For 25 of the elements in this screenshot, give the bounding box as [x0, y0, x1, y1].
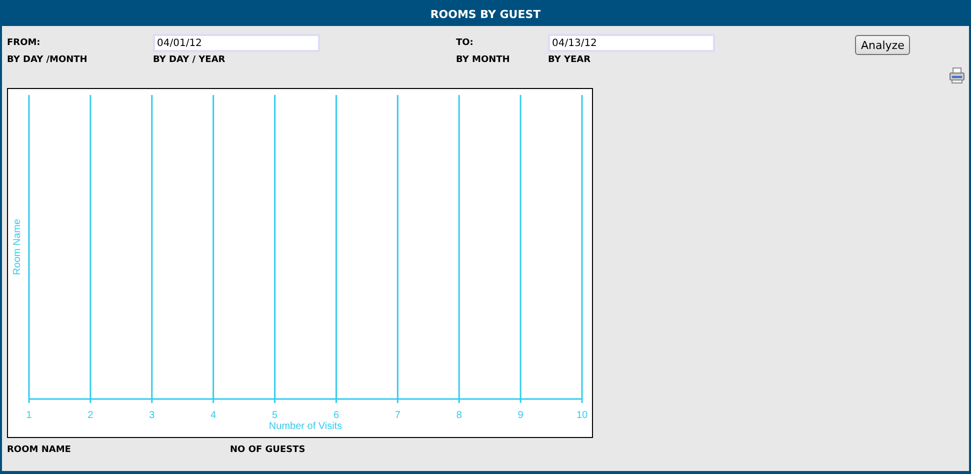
axis-title: Room Name — [12, 218, 23, 276]
page-title: ROOMS BY GUEST — [2, 0, 969, 26]
to-label: TO: — [456, 38, 474, 48]
from-date-field[interactable]: 04/01/12 — [153, 34, 320, 52]
analyze-button[interactable]: Analyze — [855, 35, 910, 55]
tick-label: 5 — [272, 410, 278, 421]
tick-label: 7 — [394, 410, 400, 421]
tick-label: 4 — [210, 410, 216, 421]
tick-label: 6 — [333, 410, 339, 421]
tick-label: 9 — [518, 410, 524, 421]
axis-title: Number of Visits — [268, 421, 342, 432]
from-label: FROM: — [7, 38, 40, 48]
tick-label: 8 — [456, 410, 462, 421]
tick-label: 2 — [88, 410, 94, 421]
tick-label: 10 — [576, 410, 588, 421]
to-date-field[interactable]: 04/13/12 — [548, 34, 715, 52]
tick-label: 1 — [26, 410, 32, 421]
group-option[interactable]: BY DAY / YEAR — [153, 55, 226, 65]
group-option[interactable]: BY YEAR — [548, 55, 591, 65]
group-option[interactable]: BY DAY /MONTH — [7, 55, 88, 65]
printer-icon[interactable] — [949, 67, 965, 84]
tick-label: 3 — [149, 410, 155, 421]
column-header: ROOM NAME — [7, 445, 71, 455]
column-header: NO OF GUESTS — [230, 445, 306, 455]
group-option[interactable]: BY MONTH — [456, 55, 510, 65]
